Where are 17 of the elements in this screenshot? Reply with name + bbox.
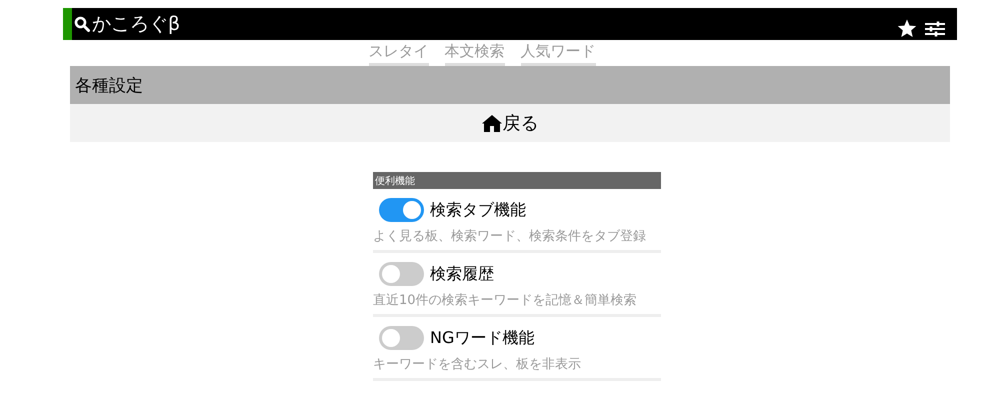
star-icon[interactable] (897, 19, 917, 38)
sliders-icon[interactable] (925, 20, 945, 36)
site-title[interactable]: かころぐβ (92, 11, 180, 37)
toggle-switch[interactable] (379, 326, 424, 350)
toggle-switch[interactable] (379, 262, 424, 286)
setting-label: 検索履歴 (430, 264, 494, 284)
setting-label: 検索タブ機能 (430, 200, 526, 220)
search-icon[interactable] (74, 16, 90, 32)
toggle-switch[interactable] (379, 198, 424, 222)
home-icon (482, 114, 502, 132)
section-header: 便利機能 (373, 172, 661, 189)
setting-label: NGワード機能 (430, 328, 534, 348)
setting-description: よく見る板、検索ワード、検索条件をタブ登録 (373, 228, 646, 245)
setting-description: キーワードを含むスレ、板を非表示 (373, 356, 581, 373)
setting-description: 直近10件の検索キーワードを記憶＆簡単検索 (373, 292, 637, 309)
page-title: 各種設定 (75, 74, 143, 96)
back-button[interactable]: 戻る (70, 104, 950, 142)
